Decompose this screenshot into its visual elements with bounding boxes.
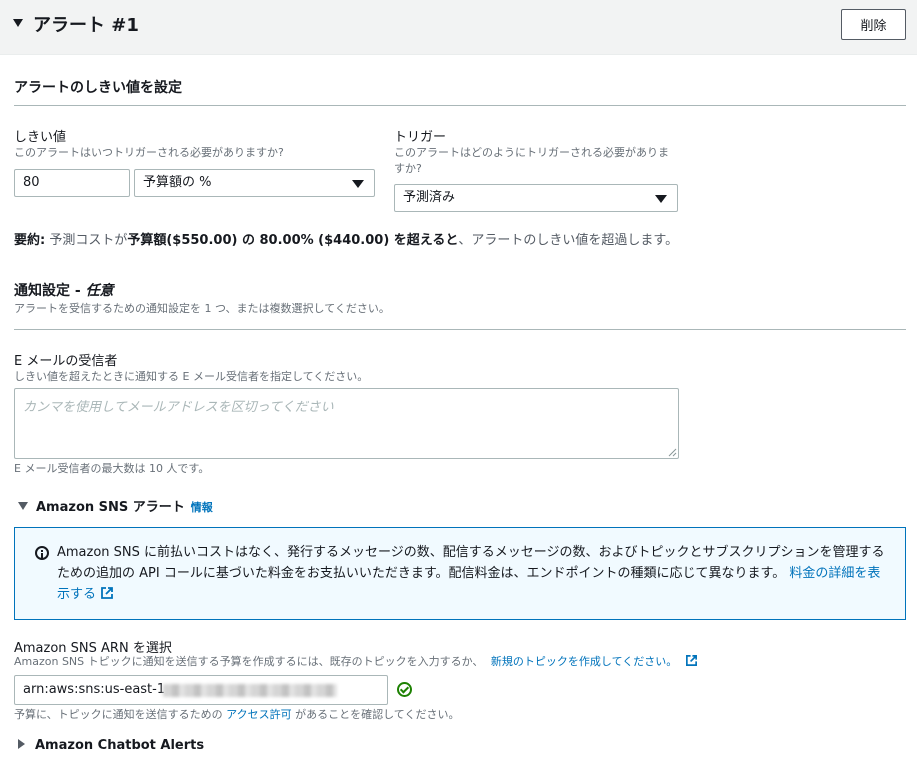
trigger-value: 予測済み — [403, 190, 456, 205]
redacted-text — [163, 684, 337, 697]
alert-title: アラート #1 — [33, 15, 139, 36]
email-max-note: E メール受信者の最大数は 10 人です。 — [14, 462, 210, 475]
delete-button[interactable]: 削除 — [841, 9, 906, 40]
trigger-select[interactable]: 予測済み — [394, 184, 678, 212]
dropdown-arrow-icon — [655, 195, 667, 203]
chatbot-alerts-label: Amazon Chatbot Alerts — [35, 738, 205, 753]
divider — [14, 105, 906, 106]
threshold-label: しきい値 — [14, 130, 67, 145]
sns-pricing-text: Amazon SNS に前払いコストはなく、発行するメッセージの数、配信するメッ… — [57, 542, 892, 605]
divider — [14, 329, 906, 330]
threshold-unit-value: 予算額の % — [143, 175, 212, 190]
sns-pricing-line2-text: ための追加の API コールに基づいた料金をお支払いいただきます。配信料金は、エ… — [57, 566, 786, 581]
sns-pricing-info-box: Amazon SNS に前払いコストはなく、発行するメッセージの数、配信するメッ… — [14, 527, 906, 620]
sns-pricing-line1: Amazon SNS に前払いコストはなく、発行するメッセージの数、配信するメッ… — [57, 545, 885, 560]
dropdown-arrow-icon — [352, 180, 364, 188]
trigger-description: このアラートはどのようにトリガーされる必要がありま すか? — [394, 145, 669, 177]
collapsed-caret-icon — [18, 739, 25, 749]
notification-description: アラートを受信するための通知設定を 1 つ、または複数選択してください。 — [14, 302, 390, 315]
pricing-details-link-cont[interactable]: 示する — [57, 587, 96, 602]
trigger-description-line2: すか? — [394, 162, 422, 175]
create-topic-link[interactable]: 新規のトピックを作成してください。 — [491, 655, 677, 668]
threshold-description: このアラートはいつトリガーされる必要がありますか? — [14, 146, 284, 159]
threshold-summary: 要約: 予測コストが予算額($550.00) の 80.00% ($440.00… — [14, 229, 678, 248]
sns-alerts-label: Amazon SNS アラート — [36, 500, 185, 515]
email-label: E メールの受信者 — [14, 354, 118, 369]
threshold-value-input[interactable]: 80 — [14, 169, 130, 197]
chatbot-alerts-expander[interactable]: Amazon Chatbot Alerts — [18, 738, 204, 753]
pricing-details-link[interactable]: 料金の詳細を表 — [789, 566, 880, 581]
email-recipients-textarea[interactable] — [14, 388, 679, 459]
alert-header: アラート #1 削除 — [0, 0, 917, 55]
threshold-unit-select[interactable]: 予算額の % — [134, 169, 375, 197]
sns-pricing-line3: 示する — [57, 584, 892, 605]
email-description: しきい値を超えたときに通知する E メール受信者を指定してください。 — [14, 370, 369, 383]
permission-note: 予算に、トピックに通知を送信するための アクセス許可 があることを確認してくださ… — [14, 707, 459, 723]
trigger-description-line1: このアラートはどのようにトリガーされる必要がありま — [394, 146, 669, 159]
valid-check-icon — [397, 682, 412, 697]
sns-arn-value: arn:aws:sns:us-east-1 — [23, 682, 166, 697]
resize-grip-icon[interactable] — [668, 448, 677, 457]
sns-arn-description: Amazon SNS トピックに通知を送信する予算を作成するには、既存のトピック… — [14, 654, 698, 670]
permission-prefix: 予算に、トピックに通知を送信するための — [14, 708, 223, 721]
summary-prefix: 要約: — [14, 233, 46, 248]
access-permission-link[interactable]: アクセス許可 — [226, 708, 291, 721]
info-icon — [35, 546, 49, 560]
sns-arn-input[interactable]: arn:aws:sns:us-east-1 — [14, 675, 388, 705]
summary-text-2: 、アラートのしきい値を超過します。 — [458, 233, 679, 248]
permission-suffix: があることを確認してください。 — [295, 708, 460, 721]
sns-pricing-line2: ための追加の API コールに基づいた料金をお支払いいただきます。配信料金は、エ… — [57, 563, 892, 584]
external-link-icon[interactable] — [100, 586, 114, 600]
notification-title: 通知設定 - — [14, 283, 86, 299]
notification-section-title: 通知設定 - 任意 — [14, 280, 114, 300]
external-link-icon[interactable] — [685, 654, 698, 667]
expanded-caret-icon — [18, 502, 28, 510]
sns-info-link[interactable]: 情報 — [191, 501, 213, 514]
summary-bold: 予算額($550.00) の 80.00% ($440.00) を超えると — [127, 233, 459, 248]
sns-alerts-expander[interactable]: Amazon SNS アラート 情報 — [18, 496, 213, 515]
collapse-caret-icon[interactable] — [13, 19, 23, 27]
threshold-section-title: アラートのしきい値を設定 — [14, 80, 182, 96]
sns-arn-description-text: Amazon SNS トピックに通知を送信する予算を作成するには、既存のトピック… — [14, 655, 484, 668]
summary-text-1: 予測コストが — [45, 233, 128, 248]
notification-optional: 任意 — [85, 283, 114, 299]
trigger-label: トリガー — [394, 130, 447, 145]
